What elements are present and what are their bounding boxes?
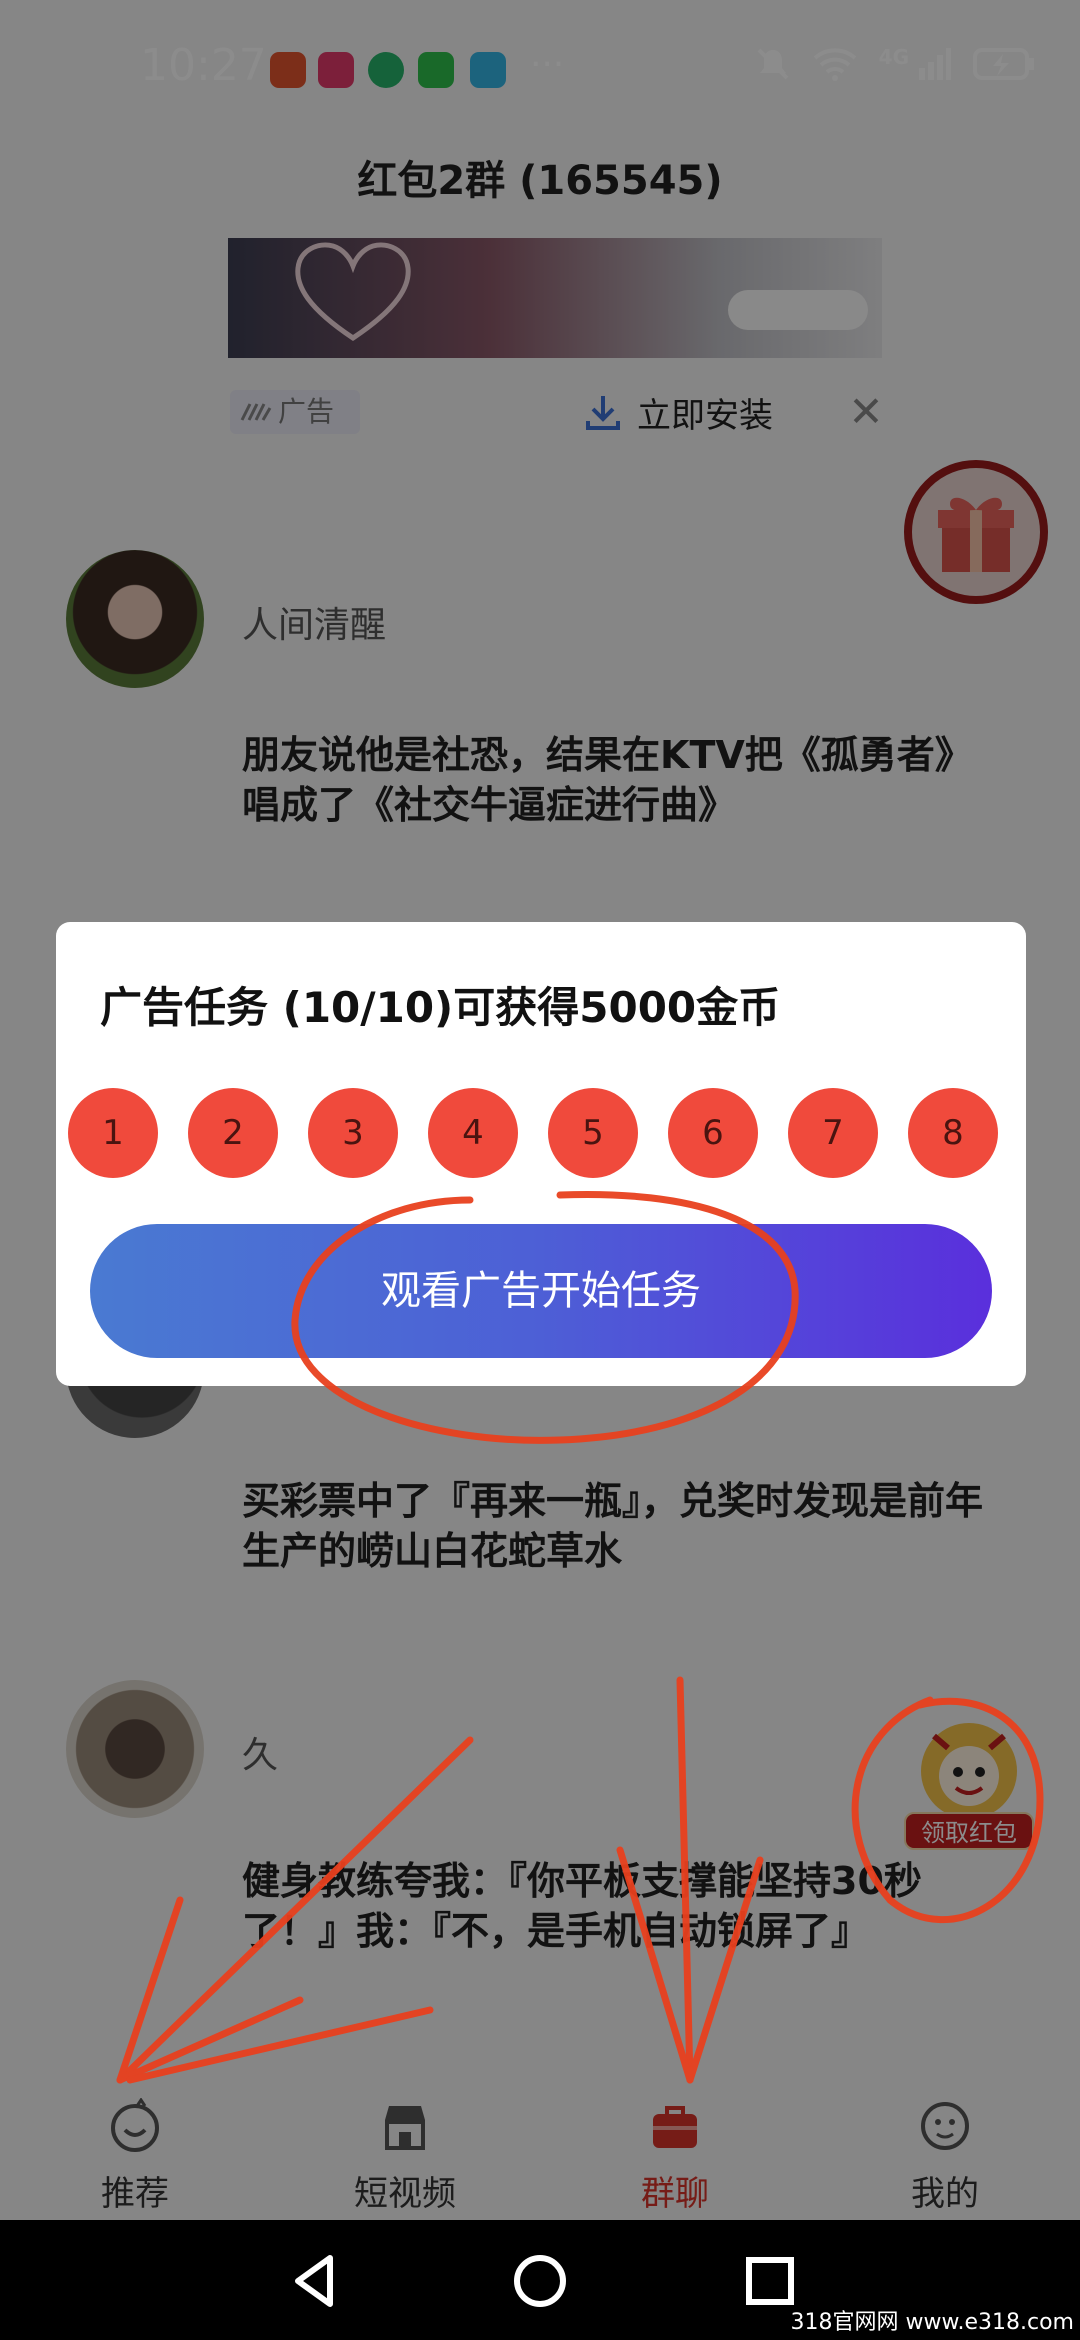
step-circle: 2 — [188, 1088, 278, 1178]
step-circle: 4 — [428, 1088, 518, 1178]
system-nav-bar: 318官网网 www.e318.com — [0, 2220, 1080, 2340]
step-circle: 7 — [788, 1088, 878, 1178]
home-icon[interactable] — [505, 2246, 575, 2316]
step-circle: 6 — [668, 1088, 758, 1178]
app-screen: 10:27 ··· 4G 红包2群 (165545) 广告 立即安装 ✕ 人间清… — [0, 0, 1080, 2340]
back-icon[interactable] — [280, 2246, 350, 2316]
watch-ad-button[interactable]: 观看广告开始任务 — [90, 1224, 992, 1358]
step-circle: 5 — [548, 1088, 638, 1178]
ad-task-dialog: 广告任务 (10/10)可获得5000金币 1 2 3 4 5 6 7 8 观看… — [56, 922, 1026, 1386]
watermark: 318官网网 www.e318.com — [790, 2310, 1074, 2335]
dialog-title: 广告任务 (10/10)可获得5000金币 — [100, 983, 781, 1032]
step-circle: 8 — [908, 1088, 998, 1178]
task-steps: 1 2 3 4 5 6 7 8 — [68, 1088, 1018, 1178]
step-circle: 3 — [308, 1088, 398, 1178]
step-circle: 1 — [68, 1088, 158, 1178]
